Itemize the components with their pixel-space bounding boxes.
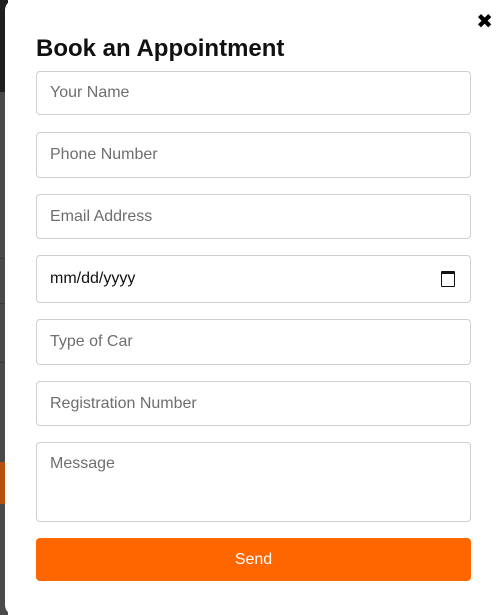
close-icon[interactable]: ✖ [476,10,493,32]
modal-title: Book an Appointment [36,35,285,62]
appointment-modal: ✖ Book an Appointment mm/dd/yyyy Send [5,0,504,615]
message-textarea[interactable] [36,442,471,522]
name-input[interactable] [36,71,471,115]
car-type-input[interactable] [36,319,471,365]
send-button[interactable]: Send [36,538,471,581]
date-input-value: mm/dd/yyyy [50,270,136,287]
email-input[interactable] [36,194,471,239]
phone-input[interactable] [36,132,471,178]
date-input[interactable]: mm/dd/yyyy [36,255,471,303]
registration-input[interactable] [36,381,471,426]
calendar-icon[interactable] [441,271,455,287]
